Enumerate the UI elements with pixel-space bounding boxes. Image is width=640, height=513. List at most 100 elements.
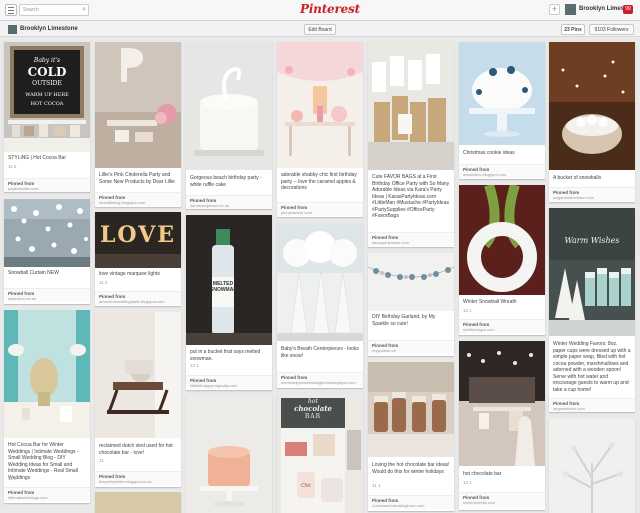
pin-card[interactable]: reclaimed dutch sled used for hot chocol… bbox=[95, 312, 181, 487]
pin-image bbox=[4, 310, 90, 438]
chocolate-sign-line-3: BAR bbox=[304, 413, 322, 420]
pin-description: Loving the hot chocolate bar ideas! Woul… bbox=[372, 462, 450, 475]
pin-source-link[interactable]: littlebithappymagically.com bbox=[190, 383, 237, 388]
pinned-from: Pinned from dearlilliebog.blogspot.com bbox=[95, 192, 181, 206]
pin-card[interactable]: Christmas cookie ideas Pinned from artsan… bbox=[459, 42, 545, 179]
pin-card[interactable]: Gorgeous beach birthday party - white ru… bbox=[186, 42, 272, 209]
chocolate-sign: hot chocolate BAR bbox=[281, 398, 345, 421]
tab-pins[interactable]: 23 Pins bbox=[561, 24, 585, 35]
pin-card[interactable]: Cute FAVOR BAGS at a First Birthday Offi… bbox=[368, 42, 454, 247]
pin-description: Snowball Curtain NEW bbox=[8, 270, 59, 276]
pin-card[interactable]: LOVE love vintage marquee lights 11 2 Pi… bbox=[95, 212, 181, 306]
pin-card[interactable]: A bucket of snowballs Pinned from svlgard… bbox=[549, 42, 635, 202]
pinterest-logo[interactable]: Pinterest bbox=[300, 2, 360, 16]
pin-image bbox=[459, 341, 545, 466]
pin-source-link[interactable]: dearlilliebog.blogspot.com bbox=[99, 200, 145, 205]
pin-image bbox=[186, 42, 272, 170]
pin-source-link[interactable]: shellidesigns.com bbox=[463, 327, 495, 332]
search-input[interactable]: Search ⌕ bbox=[19, 4, 89, 16]
pin-source-link[interactable]: svlgardinfacebase.com bbox=[553, 195, 594, 200]
chevron-down-icon[interactable]: ▾ bbox=[613, 5, 616, 12]
pin-description: adorable shabby chic first birthday part… bbox=[281, 172, 357, 191]
pin-card[interactable]: Warm Wishes Winter Wedding Favors: 8oz. … bbox=[549, 208, 635, 412]
pinned-from: Pinned from karaspartyideas.com bbox=[368, 232, 454, 246]
pinned-from: Pinned from mysparkle.ca bbox=[368, 340, 454, 354]
pinned-from: Pinned from largeshitinsic.com bbox=[549, 398, 635, 412]
pin-card[interactable]: Loving the hot chocolate bar ideas! Woul… bbox=[368, 362, 454, 511]
pin-stats: 11 2 bbox=[99, 280, 108, 285]
pin-source-link[interactable]: paylinesales.com bbox=[8, 186, 39, 191]
pin-image bbox=[459, 42, 545, 145]
pin-source-link[interactable]: stylemepretty.com bbox=[463, 500, 495, 505]
pin-description: Winter Wedding Favors: 8oz. paper cups w… bbox=[553, 341, 631, 393]
edit-board-button[interactable]: Edit Board bbox=[304, 24, 336, 35]
pin-card[interactable]: adorable shabby chic first birthday part… bbox=[277, 42, 363, 217]
pin-stats: 11 6 bbox=[8, 164, 17, 169]
pin-card[interactable]: DIY Birthday Garland, by My Sparkle so c… bbox=[368, 253, 454, 356]
board-name[interactable]: Brooklyn Limestone bbox=[20, 26, 78, 32]
pin-stats: 12 1 bbox=[463, 308, 472, 313]
pinned-from: Pinned from svlgardinfacebase.com bbox=[549, 187, 635, 201]
pin-card[interactable]: Baby's Breath Centerpieces - looks like … bbox=[277, 223, 363, 388]
pin-card[interactable]: Winter Snowball Wreath 12 1 Pinned from s… bbox=[459, 185, 545, 335]
pin-image bbox=[95, 42, 181, 168]
add-pin-button[interactable]: + bbox=[549, 4, 560, 15]
notification-badge[interactable]: 99 bbox=[623, 5, 633, 14]
pin-image bbox=[95, 312, 181, 438]
search-placeholder: Search bbox=[23, 7, 39, 13]
pin-card[interactable]: hot chocolate BAR Chic bbox=[277, 394, 363, 513]
menu-icon[interactable] bbox=[5, 4, 17, 16]
pin-image bbox=[277, 223, 363, 341]
pin-source-link[interactable]: arborvineweddingsfalls.blogspot.com bbox=[99, 299, 165, 304]
user-name[interactable]: Brooklyn Limes... bbox=[579, 6, 629, 12]
pin-image bbox=[549, 418, 635, 513]
pin-image bbox=[186, 396, 272, 513]
pin-source-link[interactable]: jennysaviour.com bbox=[281, 210, 312, 215]
pin-image bbox=[186, 215, 272, 345]
pin-card[interactable]: MELTED SNOWMAN put in a bucket that says… bbox=[186, 215, 272, 390]
pin-card[interactable]: Hot Cocoa Bar for Winter Weddings | Inti… bbox=[4, 310, 90, 503]
pin-image bbox=[459, 185, 545, 295]
pin-source-link[interactable]: sasadeco.ee.ee bbox=[8, 296, 36, 301]
search-icon[interactable]: ⌕ bbox=[82, 6, 86, 13]
tab-followers[interactable]: 9103 Followers bbox=[589, 24, 634, 35]
pin-description: Gorgeous beach birthday party - white ru… bbox=[190, 175, 262, 188]
pin-source-link[interactable]: karaspartyideas.com bbox=[372, 240, 409, 245]
pin-source-link[interactable]: 1ownbeachweddingbuzz.com bbox=[372, 503, 424, 508]
board-header: Brooklyn Limestone Edit Board 23 Pins 91… bbox=[0, 21, 640, 37]
pinned-from: Pinned from arborvineweddingsfalls.blogsp… bbox=[95, 291, 181, 305]
pin-source-link[interactable]: theprettybetter.blogspot.co.uk bbox=[99, 479, 151, 484]
pin-card[interactable] bbox=[186, 396, 272, 513]
pinned-from: Pinned from littlebithappymagically.com bbox=[186, 375, 272, 389]
pinned-from: Pinned from kardisnunjahuet.co.uk bbox=[186, 195, 272, 209]
pin-source-link[interactable]: mysparkle.ca bbox=[372, 348, 396, 353]
pin-stats: 11 2 bbox=[8, 476, 17, 481]
pin-card[interactable] bbox=[549, 418, 635, 513]
pin-card[interactable]: Lillie's Pink Cinderella Party and Some … bbox=[95, 42, 181, 207]
pin-stats: 11 bbox=[99, 458, 104, 463]
user-avatar[interactable] bbox=[565, 4, 576, 15]
pin-source-link[interactable]: mermaidpinesweddingbridesblogspot.com bbox=[281, 380, 356, 385]
pin-description: Hot Cocoa Bar for Winter Weddings | Inti… bbox=[8, 442, 79, 481]
pin-card[interactable] bbox=[95, 492, 181, 513]
board-avatar[interactable] bbox=[8, 25, 17, 34]
pin-card[interactable]: Snowball Curtain NEW Pinned from sasadeco… bbox=[4, 199, 90, 304]
sign-line-5: HOT COCOA bbox=[30, 101, 64, 107]
cup-label: Chic bbox=[300, 483, 311, 489]
pin-source-link[interactable]: artsandinc.blogspot.com bbox=[463, 172, 506, 177]
pin-source-link[interactable]: kardisnunjahuet.co.uk bbox=[190, 203, 229, 208]
pin-image bbox=[549, 208, 635, 336]
pin-stats: 11 1 bbox=[372, 483, 381, 488]
pinned-from: Pinned from paylinesales.com bbox=[4, 178, 90, 192]
pin-description: A bucket of snowballs bbox=[553, 175, 602, 181]
pin-source-link[interactable]: largeshitinsic.com bbox=[553, 406, 585, 411]
pin-card[interactable]: hot chocolate bar 12 1 Pinned from stylem… bbox=[459, 341, 545, 510]
pin-card[interactable]: Baby it's COLD OUTSIDE WARM UP HERE HOT … bbox=[4, 42, 90, 192]
top-navigation-bar: Search ⌕ Pinterest + Brooklyn Limes... ▾ … bbox=[0, 0, 640, 21]
pin-source-link[interactable]: intimateweddings.com bbox=[8, 495, 48, 500]
pinned-from: Pinned from jennysaviour.com bbox=[277, 202, 363, 216]
pin-description: reclaimed dutch sled used for hot chocol… bbox=[99, 443, 173, 456]
sign-line-1: Baby it's bbox=[33, 57, 61, 64]
pin-image bbox=[368, 362, 454, 457]
pin-image bbox=[368, 253, 454, 311]
